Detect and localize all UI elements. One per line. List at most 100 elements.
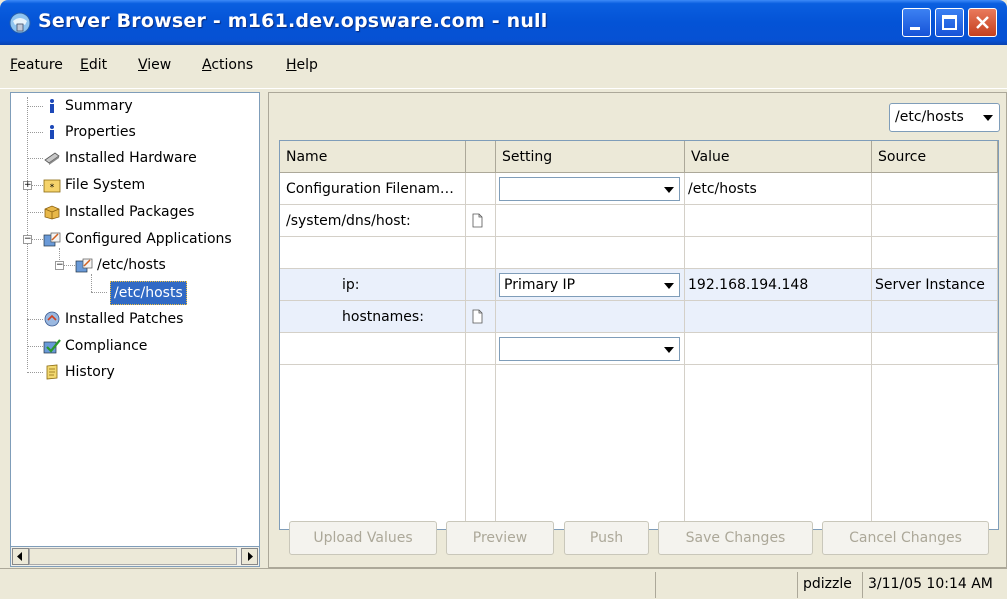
tree-item-label: /etc/hosts [110, 281, 187, 305]
column-header-setting[interactable]: Setting [496, 141, 685, 173]
table-row[interactable]: /system/dns/host: [280, 205, 998, 237]
push-button[interactable]: Push [564, 521, 649, 555]
expand-toggle-file-system[interactable]: + [23, 181, 32, 190]
setting-dropdown[interactable]: Primary IP [499, 273, 680, 297]
cell-value [685, 301, 872, 333]
cell-setting [496, 301, 685, 333]
cell-source [872, 333, 998, 365]
scroll-right-button[interactable] [241, 548, 258, 565]
menu-actions[interactable]: Actions [202, 57, 253, 73]
cell-value [685, 205, 872, 237]
table-row[interactable]: hostnames: [280, 301, 998, 333]
cell-icon [466, 173, 496, 205]
cell-value[interactable]: /etc/hosts [685, 173, 872, 205]
tree-line [91, 292, 107, 294]
tree-line [27, 106, 43, 108]
tree-item-label: Installed Hardware [65, 150, 197, 166]
cell-setting [496, 205, 685, 237]
minimize-icon [910, 27, 920, 30]
cell-name: /system/dns/host: [280, 205, 466, 237]
folder-icon: * [43, 179, 61, 193]
minimize-button[interactable] [902, 8, 931, 37]
tree-line [27, 372, 43, 374]
cell-setting [496, 173, 685, 205]
preview-button[interactable]: Preview [446, 521, 554, 555]
tree-item-label: File System [65, 177, 146, 193]
column-header-name[interactable]: Name [280, 141, 466, 173]
check-icon [43, 339, 61, 354]
cancel-changes-button[interactable]: Cancel Changes [822, 521, 989, 555]
setting-value: Primary IP [504, 277, 576, 293]
grid-line [871, 365, 872, 529]
cell-icon [466, 205, 496, 237]
table-row[interactable] [280, 333, 998, 365]
collapse-toggle-etc-hosts[interactable]: − [55, 261, 64, 270]
hardware-icon [44, 152, 60, 165]
save-changes-button[interactable]: Save Changes [658, 521, 813, 555]
collapse-toggle-configured-apps[interactable]: − [23, 235, 32, 244]
cell-value [685, 333, 872, 365]
title-bar[interactable]: Server Browser - m161.dev.opsware.com - … [0, 0, 1007, 45]
status-divider [797, 572, 798, 598]
app-config-icon [43, 232, 61, 247]
cell-source [872, 173, 998, 205]
document-icon[interactable] [472, 213, 483, 228]
chevron-down-icon [983, 115, 993, 121]
cell-setting: Primary IP [496, 269, 685, 301]
column-header-icon[interactable] [466, 141, 496, 173]
menu-separator [0, 88, 1007, 89]
tree-horizontal-scrollbar[interactable] [10, 547, 260, 567]
file-selector-value: /etc/hosts [895, 109, 964, 125]
chevron-down-icon [664, 283, 674, 289]
cell-setting [496, 333, 685, 365]
tree-line [27, 212, 43, 214]
app-config-icon [75, 258, 93, 273]
scroll-left-button[interactable] [12, 548, 29, 565]
maximize-button[interactable] [935, 8, 964, 37]
tree-item-label: Compliance [65, 338, 148, 354]
cell-icon [466, 269, 496, 301]
file-selector-dropdown[interactable]: /etc/hosts [889, 103, 1000, 132]
cell-source: Server Instance [872, 269, 998, 301]
column-header-value[interactable]: Value [685, 141, 872, 173]
server-browser-window: Server Browser - m161.dev.opsware.com - … [0, 0, 1007, 599]
arrow-right-icon [248, 552, 253, 561]
tree-item-label: Properties [65, 124, 136, 140]
menu-edit[interactable]: Edit [80, 57, 107, 73]
cell-setting [496, 237, 685, 269]
status-divider [655, 572, 656, 598]
close-button[interactable] [968, 8, 997, 37]
cell-icon [466, 237, 496, 269]
setting-dropdown[interactable] [499, 337, 680, 361]
cell-value[interactable]: 192.168.194.148 [685, 269, 872, 301]
scroll-thumb[interactable] [29, 548, 237, 565]
tree-line [27, 346, 43, 348]
status-datetime: 3/11/05 10:14 AM [868, 576, 993, 592]
cell-value [685, 237, 872, 269]
arrow-left-icon [17, 552, 22, 561]
table-row[interactable] [280, 237, 998, 269]
table-row[interactable]: ip: Primary IP 192.168.194.148 Server In… [280, 269, 998, 301]
menu-feature[interactable]: Feature [10, 57, 63, 73]
history-icon [46, 364, 58, 380]
cell-icon [466, 301, 496, 333]
cell-name: hostnames: [280, 301, 466, 333]
status-username: pdizzle [803, 576, 852, 592]
document-icon[interactable] [472, 309, 483, 324]
table-row[interactable]: Configuration Filenam… /etc/hosts [280, 173, 998, 205]
upload-values-button[interactable]: Upload Values [289, 521, 437, 555]
menu-bar: Feature Edit View Actions Help [0, 45, 1007, 89]
setting-dropdown[interactable] [499, 177, 680, 201]
menu-view[interactable]: View [138, 57, 171, 73]
tree-item-label: Summary [65, 98, 133, 114]
package-icon [44, 205, 60, 220]
info-icon [50, 125, 54, 139]
menu-help[interactable]: Help [286, 57, 318, 73]
cell-name [280, 237, 466, 269]
column-header-source[interactable]: Source [872, 141, 998, 173]
details-panel: /etc/hosts Name Setting Value Source Con… [268, 92, 1007, 568]
cell-source [872, 205, 998, 237]
tree-item-label: Installed Patches [65, 311, 184, 327]
tree-line [27, 158, 43, 160]
svg-text:*: * [50, 183, 55, 193]
